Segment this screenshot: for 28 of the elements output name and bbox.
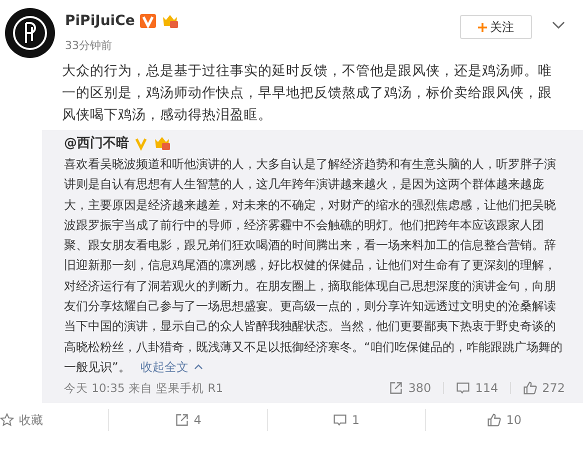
stat-count[interactable]: 380 — [389, 381, 432, 396]
thumbs-up-icon — [487, 413, 502, 428]
follow-button[interactable]: 关注 — [460, 15, 532, 39]
avatar-logo-icon[interactable] — [5, 8, 55, 58]
action-button[interactable]: 收藏 — [0, 408, 108, 433]
share-icon — [174, 413, 189, 428]
stat-count[interactable]: 272 — [523, 381, 565, 396]
stat-count[interactable]: 114 — [456, 381, 498, 396]
action-button[interactable]: 4 — [109, 409, 267, 432]
collapse-link[interactable]: 收起全文 — [140, 356, 204, 378]
crown-icon — [160, 13, 179, 29]
plus-icon — [478, 22, 487, 32]
post-time: 33分钟前 — [65, 38, 113, 53]
action-button[interactable]: 10 — [426, 409, 583, 432]
post-text: 大众的行为，总是基于过往事实的延时反馈，不管他是跟风侠，还是鸡汤师。唯一的区别是，鸡汤师动作快点，早早地把反馈熬成了鸡汤，标价卖给跟风侠，跟风侠喝下鸡汤，感动得热泪盈眶。 — [62, 62, 553, 125]
star-icon — [0, 413, 14, 428]
repost-author[interactable]: @西门不暗 — [64, 134, 129, 152]
comment-icon — [456, 381, 470, 396]
repost-text: 喜欢看吴晓波频道和听他演讲的人，大多自认是了解经济趋势和有生意头脑的人，听罗胖子演讲则是自认有思想有人生智慧的人，这几年跨年演讲越来越火，是因为这两个群体越来越庞大，主要原因是经济越来越差，对未来的不确定，对财产的缩水的强烈焦虑感，让他们把吴晓波跟罗振宇当成了前行中的导师，经济雾霾中不会触礁的明灯。他们把跨年本应该跟家人团聚、跟女朋友看电影，跟兄弟们狂欢喝酒的时间腾出来，看一场来料加工的信息整合营销。辞旧迎新那一刻，信息鸡尾酒的凛冽感，好比权健的保健品，让他们对生命有了更深刻的理解，对经济运行有了洞若观火的判断力。在朋友圈上，摘取能体现自己思想深度的演讲金句，向朋友们分享炫耀自己参与了一场思想盛宴。更高级一点的，则分享许知远透过文明史的沧桑解读当下中国的演讲，显示自己的众人皆醉我独醒状态。当然，他们更要鄙夷下热衷于野史奇谈的高晓松粉丝，八卦猎奇，既浅薄又不足以抵御经济寒冬。“咱们吃保健品的，咋能跟跳广场舞的一般见识”。 收起全文 — [64, 154, 565, 378]
post-meta: 今天 10:35 来自 坚果手机 R1 — [64, 380, 224, 396]
share-icon — [389, 381, 404, 396]
author-name[interactable]: PiPiJuiCe — [65, 13, 135, 29]
chevron-down-icon[interactable] — [552, 21, 565, 29]
action-button[interactable]: 1 — [268, 409, 425, 432]
thumbs-up-icon — [523, 381, 538, 396]
chevron-up-icon — [194, 364, 204, 370]
crown-icon — [153, 135, 171, 151]
comment-icon — [332, 413, 347, 428]
